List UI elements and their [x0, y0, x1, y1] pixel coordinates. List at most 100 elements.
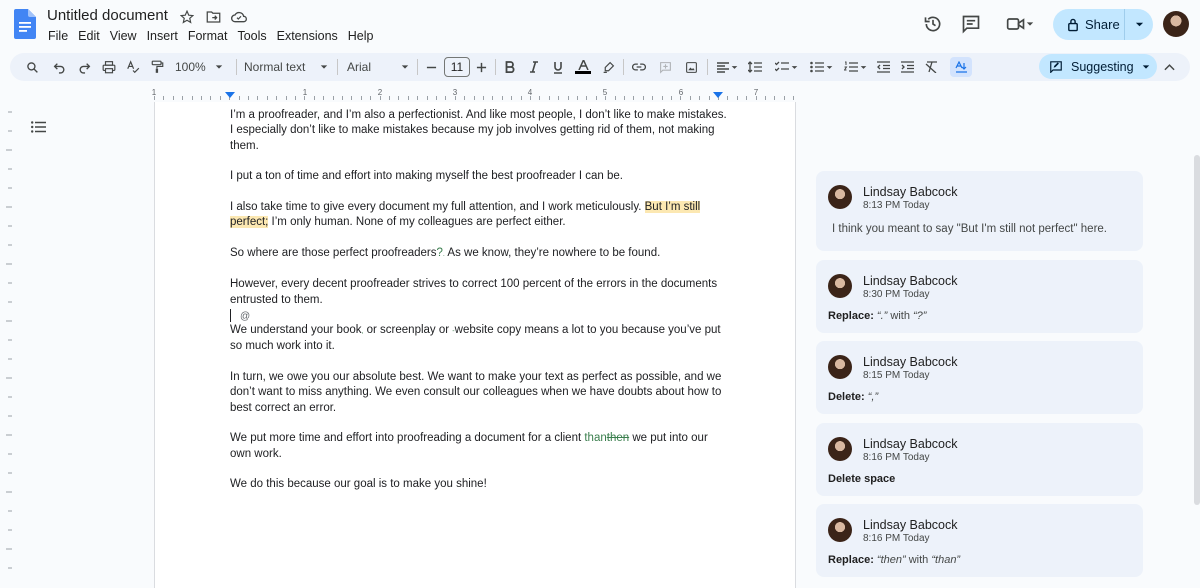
menu-file[interactable]: File	[47, 28, 73, 44]
left-indent-marker[interactable]	[225, 92, 235, 98]
meet-icon[interactable]	[1002, 13, 1038, 35]
docs-logo-icon[interactable]	[14, 9, 36, 39]
increase-font-size-icon[interactable]	[474, 57, 488, 77]
suggestion-card[interactable]: Lindsay Babcock 8:15 PM Today Delete: “,…	[816, 341, 1143, 414]
paragraph[interactable]: I’m a proofreader, and I’m also a perfec…	[230, 108, 730, 154]
bold-icon[interactable]	[502, 57, 518, 77]
ruler-tick	[577, 96, 578, 100]
suggestion-card[interactable]: Lindsay Babcock 8:16 PM Today Replace: “…	[816, 504, 1143, 577]
ruler-tick	[699, 96, 701, 100]
empty-line[interactable]: @	[230, 308, 730, 323]
ruler-tick	[407, 96, 409, 100]
paragraph[interactable]: We put more time and effort into proofre…	[230, 431, 730, 462]
underline-icon[interactable]	[550, 57, 566, 77]
insert-image-icon[interactable]	[682, 57, 700, 77]
clear-formatting-icon[interactable]	[923, 57, 939, 77]
undo-icon[interactable]	[51, 57, 67, 77]
chevron-down-icon	[826, 65, 832, 69]
version-history-icon[interactable]	[922, 13, 944, 35]
comment-card[interactable]: Lindsay Babcock 8:13 PM Today I think yo…	[816, 171, 1143, 251]
spelling-grammar-icon[interactable]	[950, 57, 972, 77]
ruler-tick	[464, 96, 466, 100]
hide-menus-icon[interactable]	[1161, 57, 1177, 77]
comment-author: Lindsay Babcock	[863, 355, 958, 369]
avatar	[828, 518, 852, 542]
ruler-tick	[172, 96, 174, 100]
right-indent-marker[interactable]	[713, 92, 723, 98]
menu-extensions[interactable]: Extensions	[272, 28, 343, 44]
chevron-down-icon	[1142, 64, 1149, 69]
ruler-tick	[501, 96, 503, 100]
menu-format[interactable]: Format	[183, 28, 233, 44]
document-outline-icon[interactable]	[31, 120, 46, 138]
highlight-color-icon[interactable]	[600, 57, 616, 77]
text-color-icon[interactable]	[574, 57, 592, 77]
editing-mode-select[interactable]: Suggesting	[1039, 54, 1157, 79]
cloud-saved-icon[interactable]	[230, 8, 248, 26]
add-comment-icon[interactable]	[656, 57, 674, 77]
suggestion-card[interactable]: Lindsay Babcock 8:30 PM Today Replace: “…	[816, 260, 1143, 333]
suggested-deletion[interactable]: then	[607, 432, 629, 444]
bulleted-list-icon[interactable]	[807, 57, 835, 77]
share-button[interactable]: Share	[1053, 9, 1153, 40]
suggestion-card[interactable]: Lindsay Babcock 8:16 PM Today Delete spa…	[816, 423, 1143, 496]
ruler-tick	[624, 96, 625, 100]
ruler-tick	[323, 96, 325, 100]
redo-icon[interactable]	[76, 57, 92, 77]
paragraph[interactable]: I put a ton of time and effort into maki…	[230, 169, 730, 184]
move-folder-icon[interactable]	[204, 8, 222, 26]
horizontal-ruler[interactable]: 1 1 2 3 4 5 6 7	[152, 88, 796, 102]
font-size-input[interactable]: 11	[444, 57, 470, 77]
checklist-icon[interactable]	[772, 57, 800, 77]
chevron-down-icon	[860, 65, 866, 69]
insert-link-icon[interactable]	[630, 57, 648, 77]
paragraph-style-select[interactable]: Normal text	[244, 57, 328, 77]
ruler-tick	[671, 96, 672, 100]
menu-edit[interactable]: Edit	[73, 28, 105, 44]
menu-insert[interactable]: Insert	[142, 28, 183, 44]
paragraph[interactable]: In turn, we owe you our absolute best. W…	[230, 370, 730, 416]
paint-format-icon[interactable]	[149, 57, 165, 77]
comment-time: 8:13 PM Today	[863, 200, 930, 211]
search-menus-icon[interactable]	[24, 57, 40, 77]
document-title[interactable]: Untitled document	[47, 7, 168, 24]
comments-icon[interactable]	[960, 13, 982, 35]
print-icon[interactable]	[101, 57, 117, 77]
user-avatar[interactable]	[1163, 11, 1189, 37]
ruler-tick	[201, 96, 202, 100]
zoom-select[interactable]: 100%	[175, 57, 231, 77]
line-spacing-icon[interactable]	[746, 57, 764, 77]
paragraph[interactable]: We understand your book, or screenplay o…	[230, 323, 730, 355]
italic-icon[interactable]	[526, 57, 542, 77]
ruler-tick	[219, 96, 221, 100]
comment-author: Lindsay Babcock	[863, 274, 958, 288]
numbered-list-icon[interactable]	[841, 57, 869, 77]
font-select[interactable]: Arial	[347, 57, 409, 77]
suggested-insertion[interactable]: than	[584, 432, 606, 444]
spellcheck-icon[interactable]	[125, 57, 141, 77]
menu-view[interactable]: View	[105, 28, 142, 44]
paragraph[interactable]: I also take time to give every document …	[230, 200, 730, 231]
menu-help[interactable]: Help	[343, 28, 379, 44]
document-body[interactable]: I’m a proofreader, and I’m also a perfec…	[230, 108, 730, 508]
ruler-tick	[520, 96, 522, 100]
paragraph[interactable]: However, every decent proofreader strive…	[230, 277, 730, 308]
decrease-indent-icon[interactable]	[875, 57, 891, 77]
share-options-button[interactable]	[1125, 20, 1153, 29]
menu-tools[interactable]: Tools	[232, 28, 271, 44]
paragraph[interactable]: So where are those perfect proofreaders?…	[230, 246, 730, 262]
paragraph[interactable]: We do this because our goal is to make y…	[230, 477, 730, 492]
star-icon[interactable]	[178, 8, 196, 26]
increase-indent-icon[interactable]	[899, 57, 915, 77]
decrease-font-size-icon[interactable]	[424, 57, 438, 77]
font-value: Arial	[347, 60, 372, 74]
ruler-tick	[351, 96, 353, 100]
align-left-icon[interactable]	[714, 57, 740, 77]
ruler-tick	[614, 96, 616, 100]
vertical-ruler[interactable]	[0, 102, 12, 588]
comment-time: 8:30 PM Today	[863, 289, 930, 300]
scrollbar[interactable]	[1194, 155, 1200, 505]
ruler-tick	[492, 96, 494, 100]
comment-author: Lindsay Babcock	[863, 518, 958, 532]
smart-chip-hint[interactable]: @	[240, 309, 250, 324]
